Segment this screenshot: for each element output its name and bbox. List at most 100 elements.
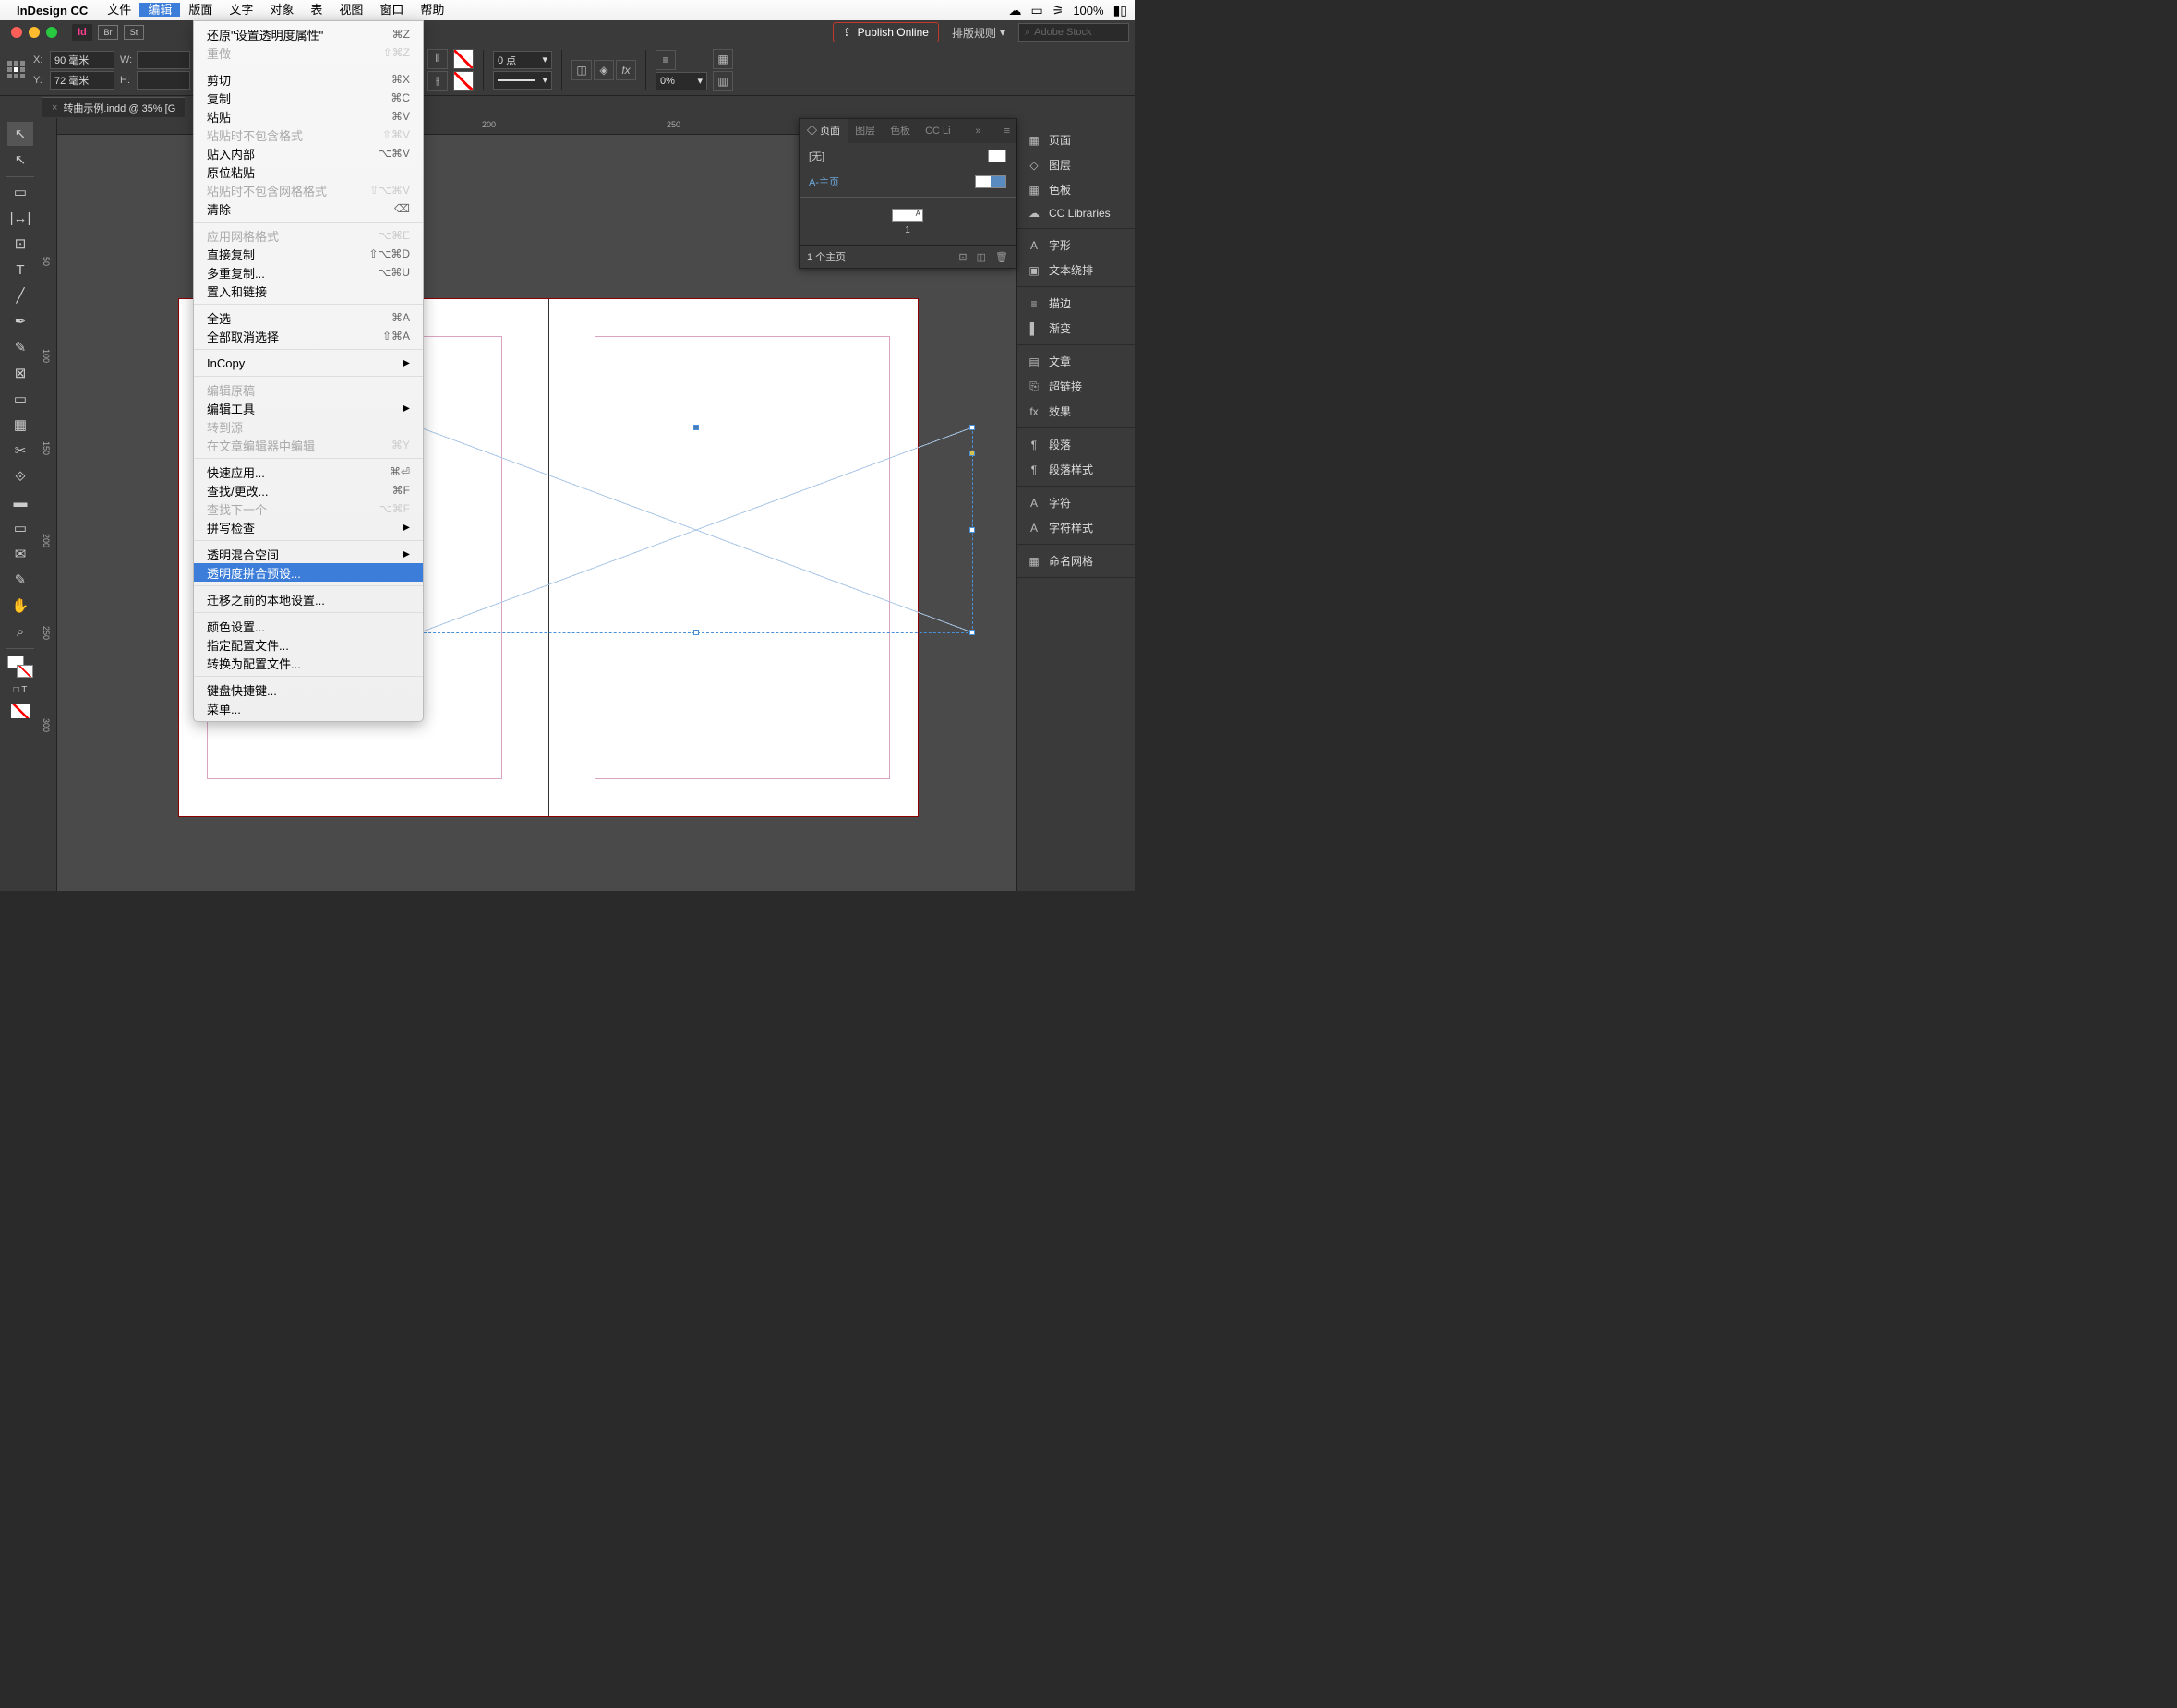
apply-color-button[interactable]: □ T: [7, 678, 33, 702]
panel-色板[interactable]: ▦色板: [1017, 177, 1135, 202]
wifi-icon[interactable]: ⚞: [1052, 3, 1064, 18]
stroke-weight-input[interactable]: 0 点▾: [493, 51, 552, 69]
menuitem-[interactable]: 转换为配置文件...: [194, 654, 423, 672]
stock-button[interactable]: St: [124, 25, 144, 40]
reference-point-picker[interactable]: [6, 50, 28, 90]
distribute-h-button[interactable]: ⫴: [427, 49, 448, 69]
fill-swatch[interactable]: [453, 49, 474, 69]
menuitem-[interactable]: 粘贴⌘V: [194, 107, 423, 126]
panel-渐变[interactable]: ▌渐变: [1017, 316, 1135, 341]
menu-文字[interactable]: 文字: [221, 3, 261, 17]
w-input[interactable]: [137, 51, 190, 69]
menu-对象[interactable]: 对象: [261, 3, 302, 17]
zoom-tool[interactable]: ⌕: [7, 619, 33, 644]
menuitem-[interactable]: 还原"设置透明度属性"⌘Z: [194, 25, 423, 43]
fill-stroke-swatch[interactable]: [7, 656, 33, 678]
panel-文章[interactable]: ▤文章: [1017, 349, 1135, 374]
text-frame-button[interactable]: ≡: [656, 50, 676, 70]
menuitem-[interactable]: 多重复制...⌥⌘U: [194, 263, 423, 282]
panel-段落[interactable]: ¶段落: [1017, 432, 1135, 457]
apply-none-button[interactable]: [11, 704, 30, 718]
menuitem-[interactable]: 全选⌘A: [194, 308, 423, 327]
panel-段落样式[interactable]: ¶段落样式: [1017, 457, 1135, 482]
pen-tool[interactable]: ✒: [7, 309, 33, 333]
pages-tab-色板[interactable]: 色板: [883, 119, 918, 143]
menuitem-[interactable]: 原位粘贴: [194, 162, 423, 181]
display-icon[interactable]: ▭: [1031, 3, 1043, 18]
menuitem-[interactable]: 菜单...: [194, 699, 423, 717]
pencil-tool[interactable]: ✎: [7, 335, 33, 359]
stroke-style-input[interactable]: ▾: [493, 71, 552, 90]
vertical-ruler[interactable]: 50100150200250300: [41, 118, 57, 891]
menuitem-[interactable]: 透明混合空间▶: [194, 545, 423, 563]
grid-button[interactable]: ▦: [713, 49, 733, 69]
gap-tool[interactable]: |↔|: [7, 206, 33, 230]
hand-tool[interactable]: ✋: [7, 594, 33, 618]
menuitem-[interactable]: 全部取消选择⇧⌘A: [194, 327, 423, 345]
gradient-feather-tool[interactable]: ▭: [7, 516, 33, 540]
master-a-row[interactable]: A-主页: [800, 169, 1016, 195]
pages-tab-CC Li[interactable]: CC Li: [918, 119, 958, 143]
adobe-stock-search[interactable]: ⌕ Adobe Stock: [1018, 23, 1129, 42]
direct-selection-tool[interactable]: ↖: [7, 148, 33, 172]
document-tab[interactable]: × 转曲示例.indd @ 35% [G: [42, 97, 185, 117]
columns-button[interactable]: ▥: [713, 71, 733, 91]
menuitem-InCopy[interactable]: InCopy▶: [194, 354, 423, 372]
panel-图层[interactable]: ◇图层: [1017, 152, 1135, 177]
pages-tab-图层[interactable]: 图层: [848, 119, 883, 143]
gradient-swatch-tool[interactable]: ▬: [7, 490, 33, 514]
panel-描边[interactable]: ≡描边: [1017, 291, 1135, 316]
app-name[interactable]: InDesign CC: [17, 4, 88, 18]
menuitem-[interactable]: 贴入内部⌥⌘V: [194, 144, 423, 162]
menuitem-[interactable]: 颜色设置...: [194, 617, 423, 635]
table-tool[interactable]: ▦: [7, 413, 33, 437]
panel-字符样式[interactable]: A字符样式: [1017, 515, 1135, 540]
effects-button[interactable]: ◈: [594, 60, 614, 80]
menu-表[interactable]: 表: [302, 3, 331, 17]
selected-frame[interactable]: [419, 427, 973, 633]
panel-文本绕排[interactable]: ▣文本绕排: [1017, 258, 1135, 283]
menu-文件[interactable]: 文件: [99, 3, 139, 17]
wechat-icon[interactable]: ☁: [1009, 3, 1022, 18]
panel-字符[interactable]: A字符: [1017, 490, 1135, 515]
corner-options-button[interactable]: ◫: [571, 60, 592, 80]
publish-online-button[interactable]: ⇪ Publish Online: [833, 22, 939, 42]
panel-超链接[interactable]: ⎘超链接: [1017, 374, 1135, 399]
menu-帮助[interactable]: 帮助: [412, 3, 452, 17]
menuitem-[interactable]: 直接复制⇧⌥⌘D: [194, 245, 423, 263]
panel-collapse-icon[interactable]: »: [970, 126, 987, 137]
page-tool[interactable]: ▭: [7, 180, 33, 204]
menuitem-[interactable]: 清除⌫: [194, 199, 423, 218]
distribute-v-button[interactable]: ⫲: [427, 71, 448, 91]
zoom-window-button[interactable]: [46, 27, 57, 38]
line-tool[interactable]: ╱: [7, 283, 33, 307]
menuitem-[interactable]: 快速应用...⌘⏎: [194, 463, 423, 481]
fx-button[interactable]: fx: [616, 60, 636, 80]
panel-CC Libraries[interactable]: ☁CC Libraries: [1017, 202, 1135, 224]
menuitem-[interactable]: 编辑工具▶: [194, 399, 423, 417]
x-input[interactable]: 90 毫米: [50, 51, 114, 69]
menuitem-[interactable]: 拼写检查▶: [194, 518, 423, 536]
y-input[interactable]: 72 毫米: [50, 71, 114, 90]
pages-tab-页面[interactable]: ◇ 页面: [800, 119, 848, 143]
type-tool[interactable]: T: [7, 258, 33, 282]
h-input[interactable]: [137, 71, 190, 90]
menuitem-[interactable]: 键盘快捷键...: [194, 680, 423, 699]
master-none-row[interactable]: [无]: [800, 143, 1016, 169]
bridge-button[interactable]: Br: [98, 25, 118, 40]
menu-窗口[interactable]: 窗口: [371, 3, 412, 17]
battery-icon[interactable]: ▮▯: [1113, 3, 1127, 18]
note-tool[interactable]: ✉: [7, 542, 33, 566]
panel-效果[interactable]: fx效果: [1017, 399, 1135, 424]
menuitem-[interactable]: 查找/更改...⌘F: [194, 481, 423, 499]
close-window-button[interactable]: [11, 27, 22, 38]
new-page-icon[interactable]: ◫: [977, 251, 986, 263]
opacity-input[interactable]: 0%▾: [656, 72, 707, 90]
scissors-tool[interactable]: ✂: [7, 439, 33, 463]
panel-页面[interactable]: ▦页面: [1017, 127, 1135, 152]
eyedropper-tool[interactable]: ✎: [7, 568, 33, 592]
panel-menu-icon[interactable]: ≡: [999, 126, 1016, 137]
menu-视图[interactable]: 视图: [331, 3, 371, 17]
close-tab-icon[interactable]: ×: [52, 102, 57, 114]
layout-rules-dropdown[interactable]: 排版规则 ▾: [952, 25, 1005, 41]
